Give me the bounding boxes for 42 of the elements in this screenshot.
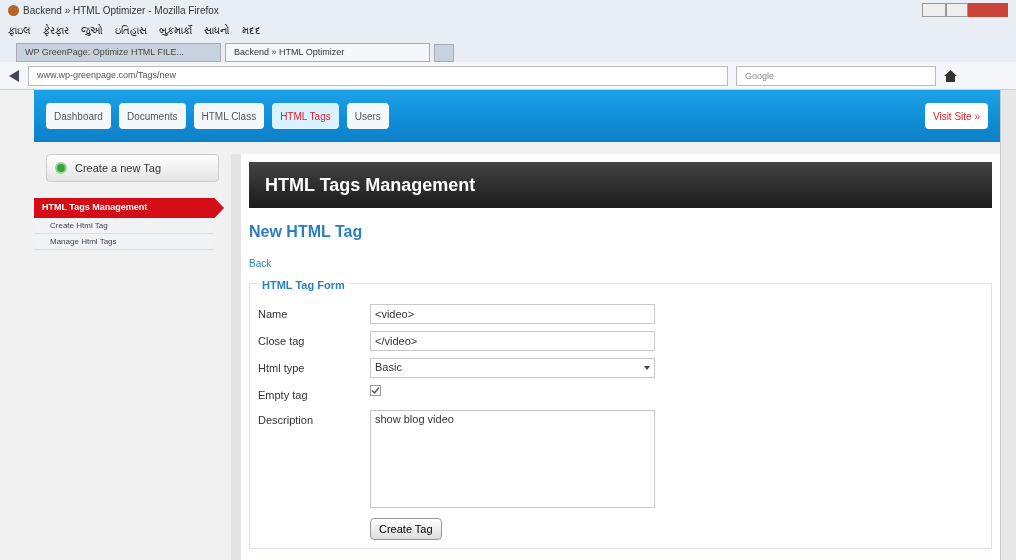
- text-field[interactable]: </video>: [370, 330, 655, 351]
- create-tag-submit-button[interactable]: Create Tag: [370, 518, 442, 540]
- browser-tab[interactable]: Backend » HTML Optimizer: [225, 43, 430, 62]
- description-field[interactable]: show blog video: [370, 410, 655, 508]
- maximize-button[interactable]: [946, 3, 968, 17]
- nav-tab[interactable]: Documents: [118, 103, 186, 129]
- browser-tab[interactable]: WP GreenPage: Optimize HTML FILE...: [16, 43, 221, 62]
- window-title: Backend » HTML Optimizer - Mozilla Firefox: [23, 3, 219, 18]
- new-tab-button[interactable]: [434, 44, 454, 62]
- back-arrow-icon[interactable]: [8, 69, 20, 82]
- menu-item[interactable]: મદદ: [242, 22, 261, 38]
- nav-tab[interactable]: Dashboard: [46, 103, 111, 129]
- page-header: HTML Tags Management: [249, 162, 992, 208]
- create-tag-button[interactable]: Create a new Tag: [46, 154, 219, 182]
- menu-item[interactable]: ફેરફાર: [43, 22, 69, 38]
- menu-item[interactable]: બુકમાર્કો: [159, 22, 192, 38]
- field-label: Html type: [258, 360, 306, 376]
- sidebar-item[interactable]: HTML Tags Management: [34, 198, 224, 218]
- field-label: Name: [258, 306, 289, 322]
- menu-item[interactable]: જુઓ: [81, 22, 103, 38]
- scrollbar[interactable]: [1000, 90, 1016, 560]
- page-heading: New HTML Tag: [249, 222, 364, 242]
- checkbox[interactable]: [370, 384, 381, 396]
- menu-item[interactable]: સાધનો: [204, 22, 230, 38]
- field-label: Description: [258, 413, 315, 428]
- home-icon[interactable]: [944, 69, 957, 82]
- menu-item[interactable]: ઇતિહાસ: [115, 22, 147, 38]
- select-field[interactable]: Basic: [370, 357, 655, 378]
- back-link[interactable]: Back: [249, 256, 272, 271]
- visit-site-button[interactable]: Visit Site »: [924, 103, 988, 129]
- nav-tab[interactable]: HTML Tags: [272, 103, 339, 129]
- nav-tab[interactable]: Users: [346, 103, 389, 129]
- search-field[interactable]: Google: [736, 65, 936, 86]
- caret-icon: [644, 365, 650, 370]
- address-field[interactable]: www.wp-greenpage.com/Tags/new: [28, 65, 728, 86]
- field-label: Close tag: [258, 333, 306, 349]
- browser-logo-icon: [8, 4, 19, 16]
- minimize-button[interactable]: [922, 3, 946, 17]
- text-field[interactable]: <video>: [370, 303, 655, 324]
- field-label: Empty tag: [258, 387, 309, 403]
- menu-item[interactable]: ફાઇલ: [8, 22, 31, 38]
- nav-tab[interactable]: HTML Class: [193, 103, 265, 129]
